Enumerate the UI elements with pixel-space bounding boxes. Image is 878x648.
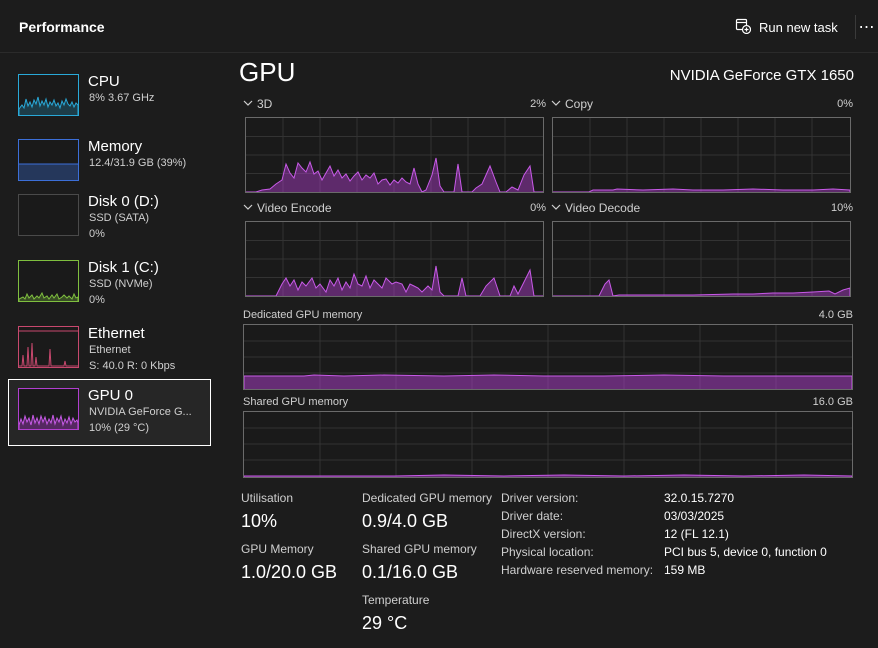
sidebar-item-value: 10% (29 °C) [89, 422, 150, 434]
gpu-model-name: NVIDIA GeForce GTX 1650 [669, 67, 854, 84]
sidebar-item-cpu[interactable]: CPU 8% 3.67 GHz [8, 65, 211, 132]
graph-dedicated-memory [243, 324, 853, 390]
sidebar-item-value: 0% [89, 228, 105, 240]
more-icon: ⋯ [858, 19, 876, 36]
shared-memory-label: Shared GPU memory [243, 396, 349, 408]
shared-gpu-memory-value: 0.1/16.0 GB [362, 562, 459, 582]
cpu-thumb-graph [19, 96, 78, 115]
sidebar-item-ethernet[interactable]: Ethernet Ethernet S: 40.0 R: 0 Kbps [8, 317, 211, 384]
more-options-button[interactable]: ⋯ [855, 15, 878, 39]
run-new-task-label: Run new task [759, 19, 838, 35]
disk-1-thumb-graph [19, 291, 78, 301]
chevron-down-icon [243, 201, 253, 215]
dedicated-gpu-memory-label: Dedicated GPU memory [362, 491, 493, 505]
disk-0-thumbnail [18, 194, 79, 236]
sidebar-item-detail: Ethernet [89, 344, 131, 356]
engine-label: Copy [565, 97, 594, 111]
chevron-down-icon [551, 201, 561, 215]
memory-thumbnail [18, 139, 79, 181]
ethernet-thumbnail [18, 326, 79, 368]
chevron-down-icon [243, 97, 253, 111]
gpu-heading: GPU [239, 57, 296, 87]
driver-version-value: 32.0.15.7270 [664, 491, 735, 505]
sidebar-item-detail: SSD (SATA) [89, 212, 150, 224]
graph-copy [552, 117, 851, 193]
temperature-value: 29 °C [362, 613, 408, 633]
engine-selector-video-decode[interactable]: Video Decode [551, 201, 640, 215]
sidebar-item-detail: NVIDIA GeForce G... [89, 406, 192, 418]
temperature-label: Temperature [362, 593, 430, 607]
graph-3d-svg [246, 118, 543, 192]
hardware-reserved-memory-value: 159 MB [664, 563, 706, 577]
shared-gpu-memory-label: Shared GPU memory [362, 542, 477, 556]
sidebar-item-disk-0[interactable]: Disk 0 (D:) SSD (SATA) 0% [8, 185, 211, 252]
run-task-icon [735, 18, 752, 37]
engine-percent: 0% [837, 98, 853, 110]
sidebar: CPU 8% 3.67 GHz Memory 12.4/31.9 GB (39%… [0, 54, 220, 648]
engine-percent: 2% [530, 98, 546, 110]
sidebar-item-disk-1[interactable]: Disk 1 (C:) SSD (NVMe) 0% [8, 251, 211, 318]
sidebar-item-value: S: 40.0 R: 0 Kbps [89, 360, 176, 372]
sidebar-item-label: Memory [88, 138, 143, 155]
gpu-0-thumb-graph [19, 414, 78, 429]
graph-video-encode [245, 221, 544, 297]
gpu-0-thumbnail [18, 388, 79, 430]
driver-date-value: 03/03/2025 [664, 509, 725, 523]
sidebar-item-label: GPU 0 [88, 387, 134, 404]
sidebar-item-gpu-0[interactable]: GPU 0 NVIDIA GeForce G... 10% (29 °C) [8, 379, 211, 446]
title-bar: Performance Run new task ⋯ [0, 0, 878, 53]
graph-video-decode-svg [553, 222, 850, 296]
disk-1-thumbnail [18, 260, 79, 302]
engine-percent: 10% [830, 202, 853, 214]
utilisation-value: 10% [241, 511, 278, 531]
sidebar-item-label: Disk 0 (D:) [88, 193, 159, 210]
hardware-reserved-memory-label: Hardware reserved memory: [501, 563, 654, 577]
driver-date-label: Driver date: [501, 509, 564, 523]
sidebar-item-label: Disk 1 (C:) [88, 259, 159, 276]
shared-memory-max: 16.0 GB [812, 396, 853, 408]
engine-selector-3d[interactable]: 3D [243, 97, 272, 111]
engine-percent: 0% [530, 202, 546, 214]
sidebar-item-label: Ethernet [88, 325, 145, 342]
graph-dedicated-memory-svg [244, 325, 852, 389]
graph-copy-svg [553, 118, 850, 192]
ethernet-thumb-graph [19, 330, 78, 367]
sidebar-item-detail: 8% 3.67 GHz [89, 92, 155, 104]
cpu-thumbnail [18, 74, 79, 116]
dedicated-memory-max: 4.0 GB [818, 309, 853, 321]
memory-thumb-graph [19, 163, 78, 180]
graph-video-encode-svg [246, 222, 543, 296]
directx-version-value: 12 (FL 12.1) [664, 527, 729, 541]
gpu-memory-value: 1.0/20.0 GB [241, 562, 338, 582]
engine-label: Video Encode [257, 201, 332, 215]
engine-selector-video-encode[interactable]: Video Encode [243, 201, 332, 215]
physical-location-label: Physical location: [501, 545, 594, 559]
sidebar-item-label: CPU [88, 73, 120, 90]
sidebar-item-detail: SSD (NVMe) [89, 278, 153, 290]
graph-shared-memory-svg [244, 412, 852, 477]
graph-video-decode [552, 221, 851, 297]
engine-label: 3D [257, 97, 273, 111]
dedicated-gpu-memory-value: 0.9/4.0 GB [362, 511, 449, 531]
graph-3d [245, 117, 544, 193]
engine-label: Video Decode [565, 201, 641, 215]
page-title: Performance [19, 19, 105, 35]
gpu-memory-label: GPU Memory [241, 542, 314, 556]
utilisation-label: Utilisation [241, 491, 294, 505]
dedicated-memory-label: Dedicated GPU memory [243, 309, 363, 321]
driver-version-label: Driver version: [501, 491, 579, 505]
chevron-down-icon [551, 97, 561, 111]
run-new-task-button[interactable]: Run new task [735, 17, 838, 37]
physical-location-value: PCI bus 5, device 0, function 0 [664, 545, 827, 559]
directx-version-label: DirectX version: [501, 527, 586, 541]
sidebar-item-detail: 12.4/31.9 GB (39%) [89, 157, 187, 169]
graph-shared-memory [243, 411, 853, 478]
sidebar-item-value: 0% [89, 294, 105, 306]
engine-selector-copy[interactable]: Copy [551, 97, 593, 111]
